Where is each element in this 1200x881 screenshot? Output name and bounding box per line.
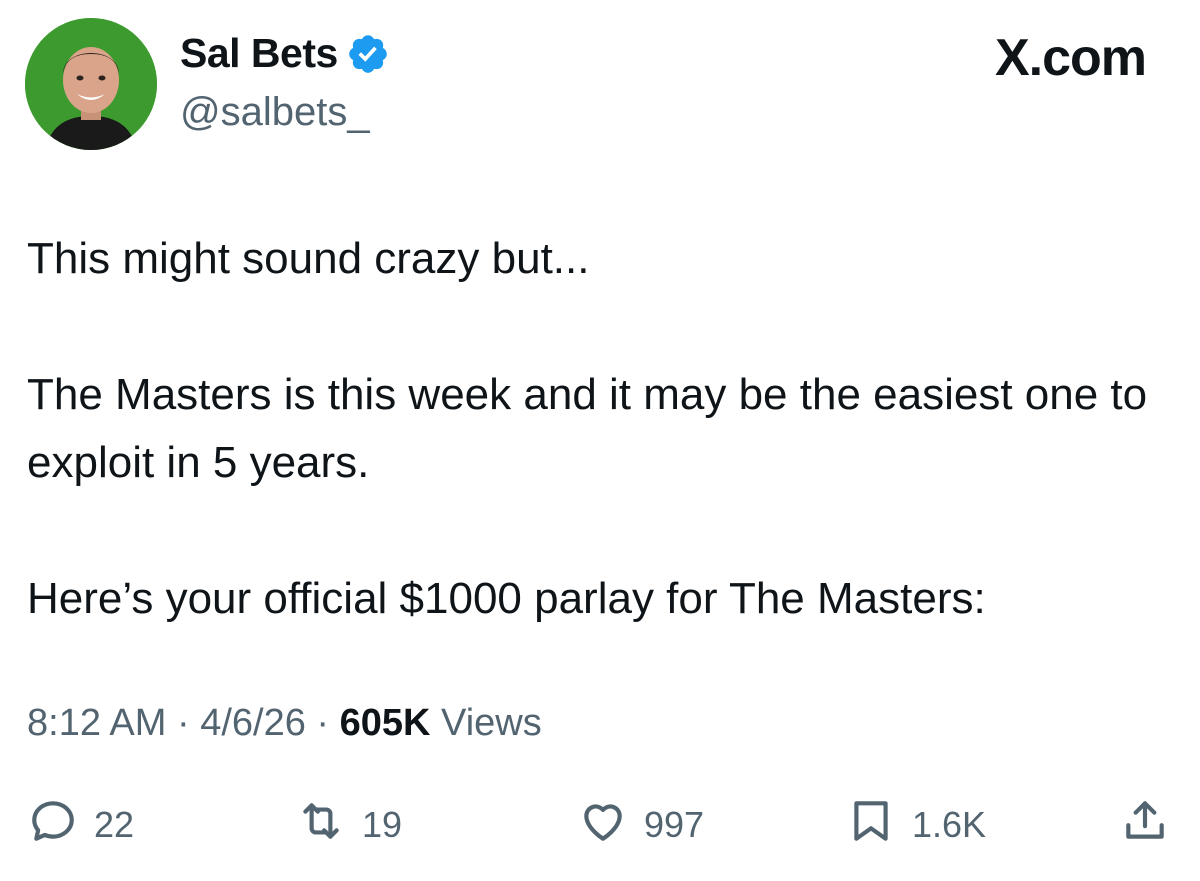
meta-separator: · bbox=[316, 702, 330, 744]
brand-logo: X.com bbox=[994, 29, 1147, 87]
bookmark-button[interactable]: 1.6K bbox=[846, 790, 986, 860]
repost-button[interactable]: 19 bbox=[296, 790, 402, 860]
tweet-line: Here’s your official $1000 parlay for Th… bbox=[27, 574, 986, 623]
avatar[interactable] bbox=[25, 18, 157, 150]
author-display-name[interactable]: Sal Bets bbox=[180, 30, 338, 77]
repost-count: 19 bbox=[362, 804, 403, 845]
author-handle[interactable]: @salbets_ bbox=[180, 90, 370, 135]
verified-badge-icon bbox=[346, 32, 390, 76]
tweet-meta: 8:12 AM · 4/6/26 · 605K Views bbox=[27, 702, 542, 745]
views-count[interactable]: 605K bbox=[340, 702, 431, 744]
tweet-text: This might sound crazy but... The Master… bbox=[27, 225, 1167, 633]
tweet-line: This might sound crazy but... bbox=[27, 234, 590, 283]
like-icon bbox=[578, 796, 628, 855]
like-button[interactable]: 997 bbox=[578, 790, 704, 860]
share-icon bbox=[1120, 796, 1170, 855]
reply-button[interactable]: 22 bbox=[28, 790, 134, 860]
tweet-time[interactable]: 8:12 AM bbox=[27, 702, 166, 744]
meta-separator: · bbox=[176, 702, 190, 744]
like-count: 997 bbox=[644, 804, 705, 845]
reply-icon bbox=[28, 796, 78, 855]
tweet-date[interactable]: 4/6/26 bbox=[200, 702, 306, 744]
author-name[interactable]: Sal Bets bbox=[180, 30, 390, 77]
action-bar: 22 19 997 1.6K bbox=[0, 790, 1200, 860]
bookmark-count: 1.6K bbox=[912, 804, 987, 845]
reply-count: 22 bbox=[94, 804, 135, 845]
views-label: Views bbox=[441, 702, 542, 744]
share-button[interactable] bbox=[1120, 790, 1170, 860]
bookmark-icon bbox=[846, 796, 896, 855]
tweet-line: The Masters is this week and it may be t… bbox=[27, 370, 1148, 487]
repost-icon bbox=[296, 796, 346, 855]
